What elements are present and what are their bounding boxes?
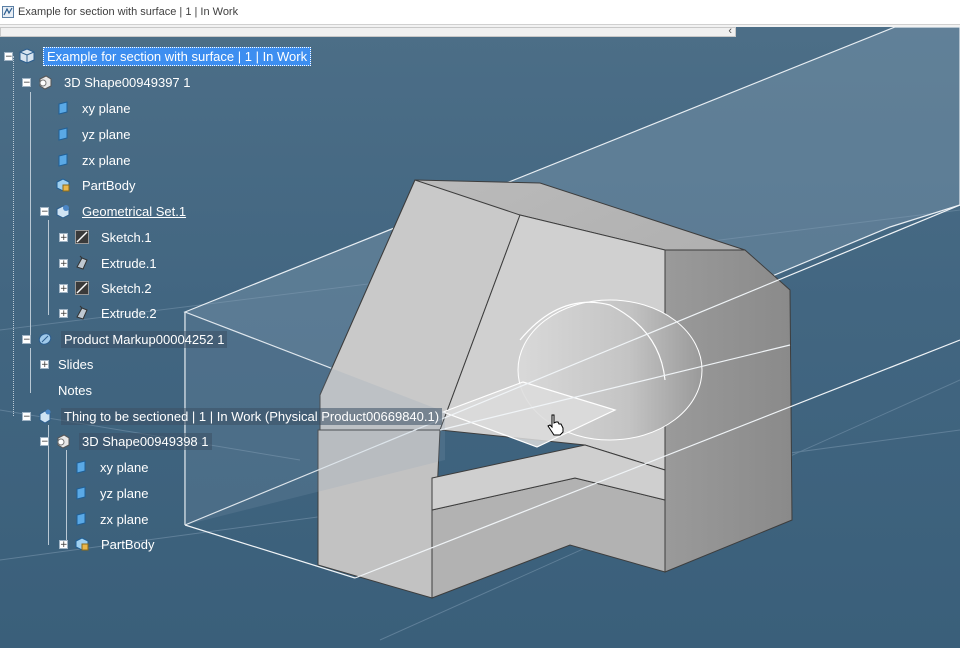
tree-node-sketch[interactable]: + Sketch.1 <box>59 226 155 248</box>
expand-icon[interactable]: + <box>59 258 68 268</box>
collapse-icon[interactable]: − <box>40 206 49 216</box>
tree-node-partbody[interactable]: PartBody <box>55 174 138 196</box>
tree-label-geoset[interactable]: Geometrical Set.1 <box>79 203 189 220</box>
tree-node-shape[interactable]: − 3D Shape00949397 1 <box>22 71 194 93</box>
window-title: Example for section with surface | 1 | I… <box>18 6 239 18</box>
collapse-icon[interactable]: − <box>22 411 31 421</box>
plane-icon <box>76 486 86 500</box>
plane-icon <box>58 127 68 141</box>
shape-icon <box>57 434 70 449</box>
tree-node-notes[interactable]: Notes <box>55 379 95 401</box>
tree-label-plane[interactable]: xy plane <box>97 459 151 476</box>
expand-icon[interactable]: + <box>40 359 49 369</box>
partbody-icon <box>56 178 70 192</box>
tree-node-sketch[interactable]: + Sketch.2 <box>59 277 155 299</box>
tree-label-extrude[interactable]: Extrude.1 <box>98 255 160 272</box>
tree-horizontal-scrollbar[interactable]: ‹ <box>0 25 736 37</box>
tree-label-shape[interactable]: 3D Shape00949398 1 <box>79 432 212 450</box>
sketch-icon <box>75 230 89 244</box>
tree-node-plane[interactable]: xy plane <box>55 97 133 119</box>
tree-label-sketch[interactable]: Sketch.2 <box>98 280 155 297</box>
tree-node-root[interactable]: − Example for section with surface | 1 |… <box>4 45 312 67</box>
tree-label-root[interactable]: Example for section with surface | 1 | I… <box>43 46 312 66</box>
app-icon <box>2 6 14 18</box>
tree-node-slides[interactable]: + Slides <box>40 353 96 375</box>
expand-icon[interactable]: + <box>59 308 68 318</box>
tree-label-shape[interactable]: 3D Shape00949397 1 <box>61 74 194 91</box>
markup-icon <box>38 333 52 345</box>
tree-node-partbody[interactable]: + PartBody <box>59 533 157 555</box>
tree-node-plane[interactable]: yz plane <box>55 123 133 145</box>
tree-node-plane[interactable]: zx plane <box>55 149 133 171</box>
extrude-icon <box>76 305 88 320</box>
collapse-icon[interactable]: − <box>40 436 49 446</box>
tree-label-notes[interactable]: Notes <box>55 382 95 399</box>
expand-icon[interactable]: + <box>59 539 68 549</box>
plane-icon <box>76 460 86 474</box>
tree-label-plane[interactable]: yz plane <box>79 126 133 143</box>
tree-label-partbody[interactable]: PartBody <box>98 536 157 553</box>
tree-label-plane[interactable]: xy plane <box>79 100 133 117</box>
tree-label-plane[interactable]: zx plane <box>79 152 133 169</box>
plane-icon <box>76 512 86 526</box>
tree-node-extrude[interactable]: + Extrude.1 <box>59 252 160 274</box>
tree-node-physical-product[interactable]: − Thing to be sectioned | 1 | In Work (P… <box>22 405 443 427</box>
tree-label-extrude[interactable]: Extrude.2 <box>98 305 160 322</box>
tree-line <box>48 220 49 315</box>
tree-node-plane[interactable]: yz plane <box>73 482 151 504</box>
tree-node-plane[interactable]: zx plane <box>73 508 151 530</box>
sketch-icon <box>75 281 89 295</box>
extrude-icon <box>76 255 88 270</box>
tree-label-sketch[interactable]: Sketch.1 <box>98 229 155 246</box>
window-titlebar: Example for section with surface | 1 | I… <box>0 0 960 25</box>
shape-icon <box>39 75 52 90</box>
plane-icon <box>58 101 68 115</box>
tree-node-shape[interactable]: − 3D Shape00949398 1 <box>40 430 212 452</box>
partbody-icon <box>75 537 89 551</box>
tree-line <box>30 348 31 393</box>
physical-product-icon <box>39 409 51 424</box>
tree-node-extrude[interactable]: + Extrude.2 <box>59 302 160 324</box>
tree-node-plane[interactable]: xy plane <box>73 456 151 478</box>
collapse-icon[interactable]: − <box>22 77 31 87</box>
expand-icon[interactable]: + <box>59 283 68 293</box>
tree-label-slides[interactable]: Slides <box>55 356 96 373</box>
scroll-left-arrow[interactable]: ‹ <box>728 25 732 37</box>
tree-node-markup[interactable]: − Product Markup00004252 1 <box>22 328 228 350</box>
collapse-icon[interactable]: − <box>22 334 31 344</box>
tree-label-markup[interactable]: Product Markup00004252 1 <box>61 330 228 348</box>
tree-line <box>30 92 31 337</box>
product-icon <box>19 48 35 64</box>
tree-line <box>13 56 14 416</box>
tree-label-plane[interactable]: yz plane <box>97 485 151 502</box>
expand-icon[interactable]: + <box>59 232 68 242</box>
tree-node-geoset[interactable]: − Geometrical Set.1 <box>40 200 189 222</box>
tree-line <box>66 450 67 545</box>
tree-label-physical-product[interactable]: Thing to be sectioned | 1 | In Work (Phy… <box>61 407 443 425</box>
tree-label-partbody[interactable]: PartBody <box>79 177 138 194</box>
plane-icon <box>58 153 68 167</box>
collapse-icon[interactable]: − <box>4 51 13 61</box>
tree-label-plane[interactable]: zx plane <box>97 511 151 528</box>
geometrical-set-icon <box>56 205 70 219</box>
